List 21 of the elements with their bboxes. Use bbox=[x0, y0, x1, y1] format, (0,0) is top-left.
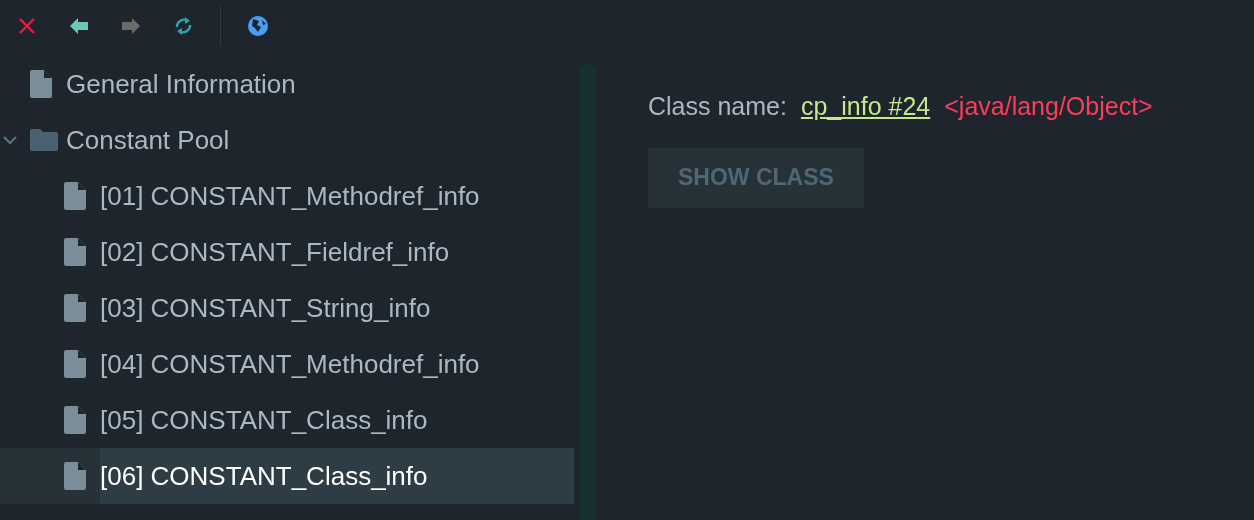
tree-item[interactable]: [02] CONSTANT_Fieldref_info bbox=[100, 232, 450, 272]
class-link[interactable]: cp_info #24 bbox=[800, 88, 931, 126]
tree-item[interactable]: General Information bbox=[66, 64, 296, 104]
tree-item[interactable]: [03] CONSTANT_String_info bbox=[100, 288, 431, 328]
tree-item[interactable]: [05] CONSTANT_Class_info bbox=[100, 400, 428, 440]
file-icon bbox=[64, 406, 86, 434]
class-value: <java/lang/Object> bbox=[944, 91, 1153, 122]
globe-icon bbox=[247, 15, 269, 37]
tree-item[interactable]: [01] CONSTANT_Methodref_info bbox=[100, 176, 480, 216]
chevron-icon[interactable] bbox=[3, 133, 17, 147]
tree-item[interactable]: [04] CONSTANT_Methodref_info bbox=[100, 344, 480, 384]
folder-icon bbox=[30, 129, 58, 151]
file-icon bbox=[64, 238, 86, 266]
field-label: Class name: bbox=[648, 91, 787, 122]
file-icon bbox=[64, 462, 86, 490]
tree-item[interactable]: Constant Pool bbox=[66, 120, 230, 160]
file-icon bbox=[30, 70, 52, 98]
file-icon bbox=[64, 294, 86, 322]
file-icon bbox=[64, 182, 86, 210]
file-icon bbox=[64, 350, 86, 378]
right-arrow-icon bbox=[120, 15, 142, 37]
